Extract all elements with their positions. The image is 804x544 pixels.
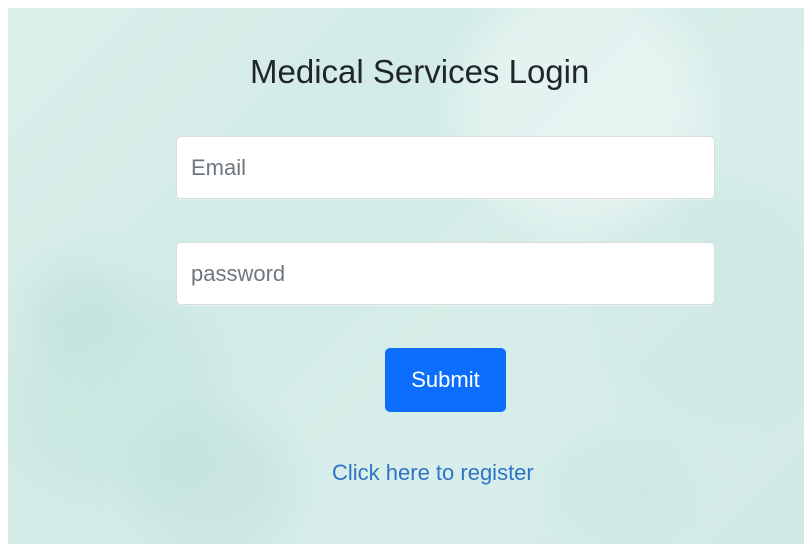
background-blur-shape (554, 438, 684, 533)
register-link[interactable]: Click here to register (332, 457, 562, 489)
medical-login-panel: Medical Services Login Submit Click here… (8, 8, 804, 544)
background-blur-shape (28, 263, 123, 358)
page-title: Medical Services Login (250, 53, 590, 90)
password-field[interactable] (176, 242, 715, 305)
submit-button[interactable]: Submit (385, 348, 506, 412)
background-blur-shape (162, 438, 267, 518)
login-page: Medical Services Login Submit Click here… (0, 0, 804, 544)
email-field[interactable] (176, 136, 715, 199)
